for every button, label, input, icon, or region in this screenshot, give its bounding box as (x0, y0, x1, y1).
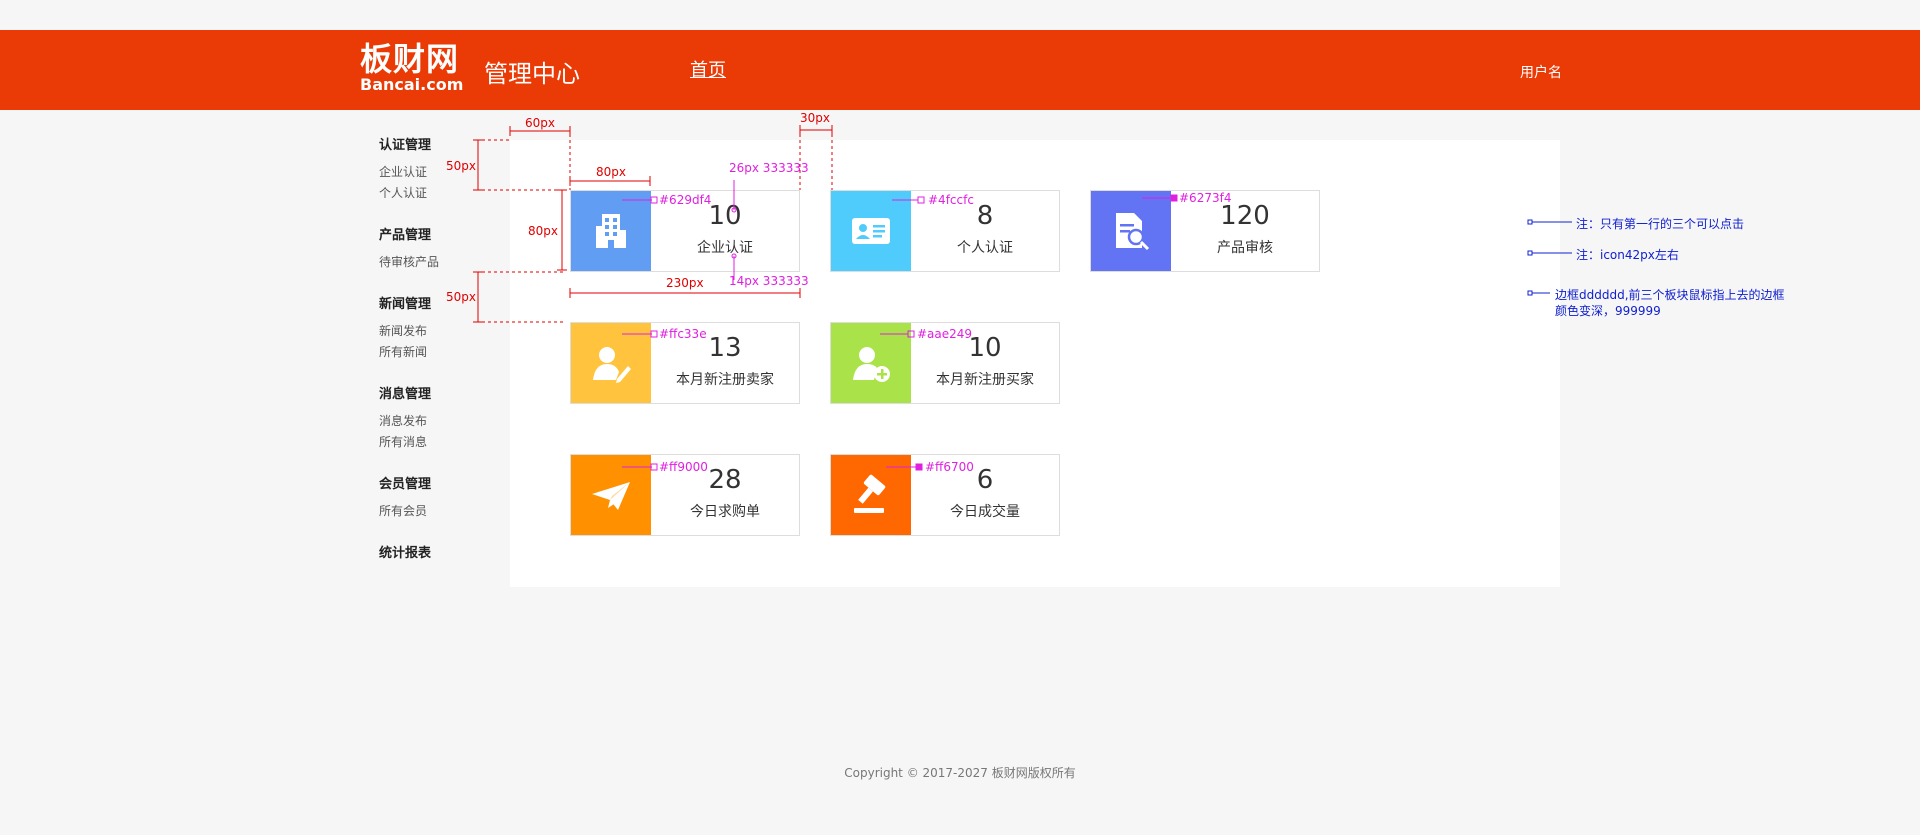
site-logo[interactable]: 板财网 Bancai.com (360, 40, 463, 94)
sidebar-item-all-news[interactable]: 所有新闻 (379, 342, 499, 363)
sidebar-group-title[interactable]: 统计报表 (379, 544, 499, 564)
sidebar-item-publish-message[interactable]: 消息发布 (379, 411, 499, 432)
annotation-font-number: 26px 333333 (729, 161, 809, 175)
sidebar: 认证管理 企业认证 个人认证 产品管理 待审核产品 新闻管理 新闻发布 所有新闻… (379, 136, 499, 586)
document-search-icon (1116, 213, 1150, 251)
card-icon-bg (571, 455, 651, 535)
sidebar-group-title[interactable]: 会员管理 (379, 475, 499, 495)
card-icon-bg (831, 323, 911, 403)
card-label: 今日成交量 (950, 504, 1020, 520)
logo-english: Bancai.com (360, 75, 464, 94)
annotation-color-6: #ff9000 (659, 460, 708, 474)
annotation-color-1: #629df4 (659, 193, 712, 207)
sidebar-group-title[interactable]: 认证管理 (379, 136, 499, 156)
card-icon-bg (831, 191, 911, 271)
sidebar-item-pending-products[interactable]: 待审核产品 (379, 252, 499, 273)
annotation-dim-80-height: 80px (528, 224, 558, 238)
sidebar-group-member: 会员管理 所有会员 (379, 475, 499, 522)
card-icon-bg (1091, 191, 1171, 271)
sidebar-group-title[interactable]: 新闻管理 (379, 295, 499, 315)
gavel-icon (854, 474, 886, 513)
building-icon (596, 214, 626, 248)
annotation-font-label: 14px 333333 (729, 274, 809, 288)
nav-home-link[interactable]: 首页 (690, 56, 726, 82)
card-icon-bg (571, 191, 651, 271)
sidebar-group-title[interactable]: 产品管理 (379, 226, 499, 246)
user-edit-icon (593, 347, 631, 383)
annotation-color-2: #4fccfc (928, 193, 974, 207)
logo-chinese: 板财网 (360, 40, 460, 78)
sidebar-group-stats: 统计报表 (379, 544, 499, 564)
sidebar-item-personal-auth[interactable]: 个人认证 (379, 183, 499, 204)
id-card-icon (852, 218, 890, 244)
sidebar-item-all-members[interactable]: 所有会员 (379, 501, 499, 522)
page-title: 管理中心 (484, 60, 580, 88)
sidebar-item-enterprise-auth[interactable]: 企业认证 (379, 162, 499, 183)
sidebar-group-title[interactable]: 消息管理 (379, 385, 499, 405)
annotation-color-5: #aae249 (917, 327, 973, 341)
top-header: 板财网 Bancai.com 管理中心 首页 用户名 (0, 30, 1920, 110)
annotation-dim-50-top: 50px (446, 159, 476, 173)
sidebar-group-auth: 认证管理 企业认证 个人认证 (379, 136, 499, 204)
paper-plane-icon (592, 482, 630, 510)
annotation-color-7: #ff6700 (925, 460, 974, 474)
annotation-color-3: #6273f4 (1179, 191, 1232, 205)
card-label: 个人认证 (957, 240, 1013, 256)
sidebar-group-product: 产品管理 待审核产品 (379, 226, 499, 273)
annotation-color-4: #ffc33e (659, 327, 707, 341)
card-label: 企业认证 (697, 240, 753, 256)
annotation-dim-80-width: 80px (596, 165, 626, 179)
sidebar-group-message: 消息管理 消息发布 所有消息 (379, 385, 499, 453)
note-clickable: 注：只有第一行的三个可以点击 (1576, 217, 1745, 231)
username-link[interactable]: 用户名 (1520, 62, 1562, 82)
card-value: 120 (1220, 201, 1270, 231)
sidebar-group-news: 新闻管理 新闻发布 所有新闻 (379, 295, 499, 363)
sidebar-item-all-messages[interactable]: 所有消息 (379, 432, 499, 453)
sidebar-item-publish-news[interactable]: 新闻发布 (379, 321, 499, 342)
footer-copyright: Copyright © 2017-2027 板财网版权所有 (844, 766, 1076, 780)
user-add-icon (853, 347, 890, 382)
annotation-dim-60: 60px (525, 116, 555, 130)
card-icon-bg (571, 323, 651, 403)
note-border-line1: 边框dddddd,前三个板块鼠标指上去的边框 (1555, 288, 1785, 302)
card-label: 产品审核 (1217, 240, 1273, 256)
note-border-line2: 颜色变深，999999 (1555, 304, 1661, 318)
annotation-dim-230: 230px (666, 276, 704, 290)
card-icon-bg (831, 455, 911, 535)
annotation-dim-30: 30px (800, 111, 830, 125)
annotation-dim-50-gap: 50px (446, 290, 476, 304)
note-icon-size: 注：icon42px左右 (1576, 248, 1679, 262)
card-label: 今日求购单 (690, 504, 760, 520)
card-label: 本月新注册买家 (936, 372, 1034, 388)
card-label: 本月新注册卖家 (676, 372, 774, 388)
